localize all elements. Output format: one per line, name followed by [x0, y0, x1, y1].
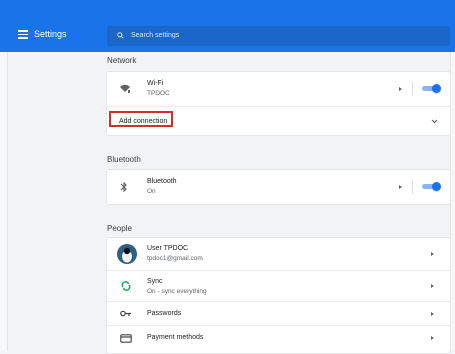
bluetooth-arrow-icon[interactable] [399, 185, 402, 189]
sync-status: On - sync everything [147, 288, 207, 295]
network-section-title: Network [107, 56, 137, 65]
window-top-strip [0, 0, 455, 20]
wifi-toggle[interactable] [422, 84, 441, 93]
add-connection-highlight [109, 111, 173, 127]
bluetooth-status: On [147, 188, 156, 195]
key-icon [120, 310, 131, 317]
bluetooth-toggle-knob [432, 182, 441, 191]
search-input[interactable]: Search settings [107, 26, 450, 46]
user-email: tpdoc1@gmail.com [147, 255, 203, 262]
search-placeholder: Search settings [131, 32, 180, 39]
bluetooth-row[interactable]: Bluetooth On [107, 170, 450, 204]
sync-row[interactable]: Sync On - sync everything [107, 270, 450, 302]
user-row[interactable]: User TPDOC tpdoc1@gmail.com [107, 238, 450, 270]
left-rail [0, 52, 8, 351]
wifi-divider [412, 82, 413, 96]
user-name: User TPDOC [147, 245, 189, 252]
credit-card-icon [120, 334, 132, 343]
wifi-icon [120, 84, 130, 93]
payment-methods-label: Payment methods [147, 334, 204, 341]
payment-methods-row[interactable]: Payment methods [107, 325, 450, 354]
passwords-arrow-icon[interactable] [431, 312, 434, 316]
bluetooth-section-title: Bluetooth [107, 155, 141, 164]
people-section-title: People [107, 224, 132, 233]
wifi-toggle-knob [432, 84, 441, 93]
user-avatar-icon [117, 244, 137, 264]
sync-icon [121, 281, 131, 291]
bluetooth-icon [120, 181, 127, 193]
passwords-row[interactable]: Passwords [107, 301, 450, 326]
people-card: User TPDOC tpdoc1@gmail.com Sync On - sy… [107, 238, 450, 353]
payment-methods-arrow-icon[interactable] [431, 336, 434, 340]
chevron-down-icon[interactable] [431, 119, 438, 124]
wifi-label: Wi-Fi [147, 80, 164, 87]
sync-arrow-icon[interactable] [431, 284, 434, 288]
wifi-status: TPDOC [147, 90, 170, 97]
page-title: Settings [34, 29, 67, 39]
sync-label: Sync [147, 278, 163, 285]
wifi-arrow-icon[interactable] [399, 87, 402, 91]
right-rail [450, 52, 455, 351]
search-icon [117, 32, 124, 39]
wifi-row[interactable]: Wi-Fi TPDOC [107, 72, 450, 106]
bluetooth-card: Bluetooth On [107, 170, 450, 204]
passwords-label: Passwords [147, 310, 182, 317]
bluetooth-divider [412, 180, 413, 194]
user-arrow-icon[interactable] [431, 252, 434, 256]
hamburger-menu-icon[interactable] [18, 30, 28, 39]
bluetooth-toggle[interactable] [422, 182, 441, 191]
bluetooth-label: Bluetooth [147, 178, 177, 185]
settings-header: Settings Search settings [0, 20, 455, 52]
